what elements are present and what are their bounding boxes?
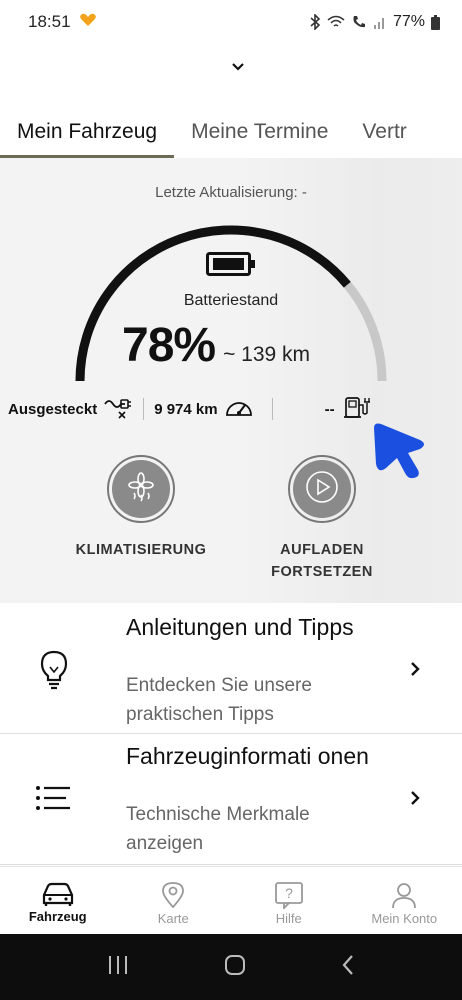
- vehicle-info-row: Ausgesteckt 9 974 km --: [0, 392, 462, 426]
- battery-level-label: Batteriestand: [183, 292, 279, 309]
- card-title: Fahrzeuginformati onen: [126, 743, 369, 769]
- status-time: 18:51: [28, 12, 71, 31]
- plug-status: Ausgesteckt: [8, 394, 133, 424]
- last-update-label: Letzte Aktualisierung: -: [155, 184, 307, 201]
- card-subtitle: Technische Merkmale anzeigen: [126, 804, 310, 854]
- nav-label: Fahrzeug: [28, 909, 87, 924]
- odometer-value: 9 974 km: [154, 400, 218, 418]
- recent-apps-icon[interactable]: [106, 954, 130, 981]
- battery-status-icon: [431, 14, 440, 30]
- charging-station-icon: [341, 395, 373, 423]
- wifi-call-icon: [327, 15, 345, 29]
- tab-bar: Mein Fahrzeug Meine Termine Vertr: [0, 110, 462, 158]
- back-icon[interactable]: [340, 953, 356, 982]
- climate-button[interactable]: [107, 455, 175, 523]
- signal-icon: [373, 15, 387, 29]
- battery-icon: [206, 252, 256, 281]
- lightbulb-icon: [34, 649, 74, 696]
- charging-status-value: --: [324, 400, 335, 418]
- phone-call-icon: [351, 14, 367, 30]
- unplugged-icon: [103, 394, 133, 424]
- list-icon: [34, 784, 74, 819]
- climate-fan-icon: [126, 471, 156, 507]
- battery-percent-value: 78%: [122, 319, 216, 372]
- bluetooth-icon: [309, 14, 321, 30]
- info-divider: [143, 398, 145, 420]
- nav-mein-konto[interactable]: Mein Konto: [347, 867, 462, 934]
- guides-tips-card[interactable]: Anleitungen und Tipps Entdecken Sie unse…: [0, 603, 462, 733]
- tab-meine-termine[interactable]: Meine Termine: [174, 110, 345, 158]
- vehicle-info-card[interactable]: Fahrzeuginformati onen Technische Merkma…: [0, 734, 462, 864]
- divider: [0, 864, 462, 865]
- resume-charging-button[interactable]: [288, 455, 356, 523]
- resume-charging-label: AUFLADEN FORTSETZEN: [271, 542, 373, 580]
- nav-fahrzeug[interactable]: Fahrzeug: [0, 867, 116, 934]
- vehicle-status-panel: Letzte Aktualisierung: - Batteriestand 7…: [0, 158, 462, 603]
- status-bar: 18:51 77%: [0, 0, 462, 44]
- home-icon[interactable]: [223, 953, 247, 982]
- map-pin-icon: [160, 881, 186, 911]
- plug-status-label: Ausgesteckt: [8, 400, 98, 418]
- nav-label: Mein Konto: [371, 911, 438, 926]
- card-title: Anleitungen und Tipps: [126, 614, 354, 640]
- help-icon: ?: [274, 881, 304, 911]
- tab-mein-fahrzeug[interactable]: Mein Fahrzeug: [0, 110, 175, 158]
- info-divider: [271, 398, 273, 420]
- chevron-right-icon: [408, 790, 422, 811]
- climate-action[interactable]: KLIMATISIERUNG: [66, 455, 216, 561]
- user-icon: [390, 881, 418, 911]
- climate-label: KLIMATISIERUNG: [75, 542, 207, 558]
- collapse-chevron-icon[interactable]: [230, 60, 246, 78]
- tab-vertr[interactable]: Vertr: [345, 110, 423, 158]
- bottom-navigation: Fahrzeug Karte ? Hilfe Mein Konto: [0, 866, 462, 934]
- charging-status: --: [325, 395, 373, 423]
- speedometer-icon: [224, 396, 254, 422]
- battery-percent: 77%: [392, 13, 425, 30]
- notification-heart-icon: [79, 12, 97, 32]
- car-icon: [41, 881, 75, 909]
- chevron-right-icon: [408, 661, 422, 682]
- play-icon: [305, 470, 339, 509]
- resume-charging-action[interactable]: AUFLADEN FORTSETZEN: [247, 455, 397, 583]
- nav-label: Karte: [157, 911, 189, 926]
- range-value: ~ 139 km: [223, 343, 311, 366]
- nav-karte[interactable]: Karte: [116, 867, 232, 934]
- nav-hilfe[interactable]: ? Hilfe: [231, 867, 347, 934]
- card-subtitle: Entdecken Sie unsere praktischen Tipps: [126, 675, 312, 725]
- svg-text:?: ?: [285, 885, 293, 901]
- odometer: 9 974 km: [154, 396, 253, 422]
- nav-label: Hilfe: [275, 911, 302, 926]
- system-navigation-bar: [0, 934, 462, 1000]
